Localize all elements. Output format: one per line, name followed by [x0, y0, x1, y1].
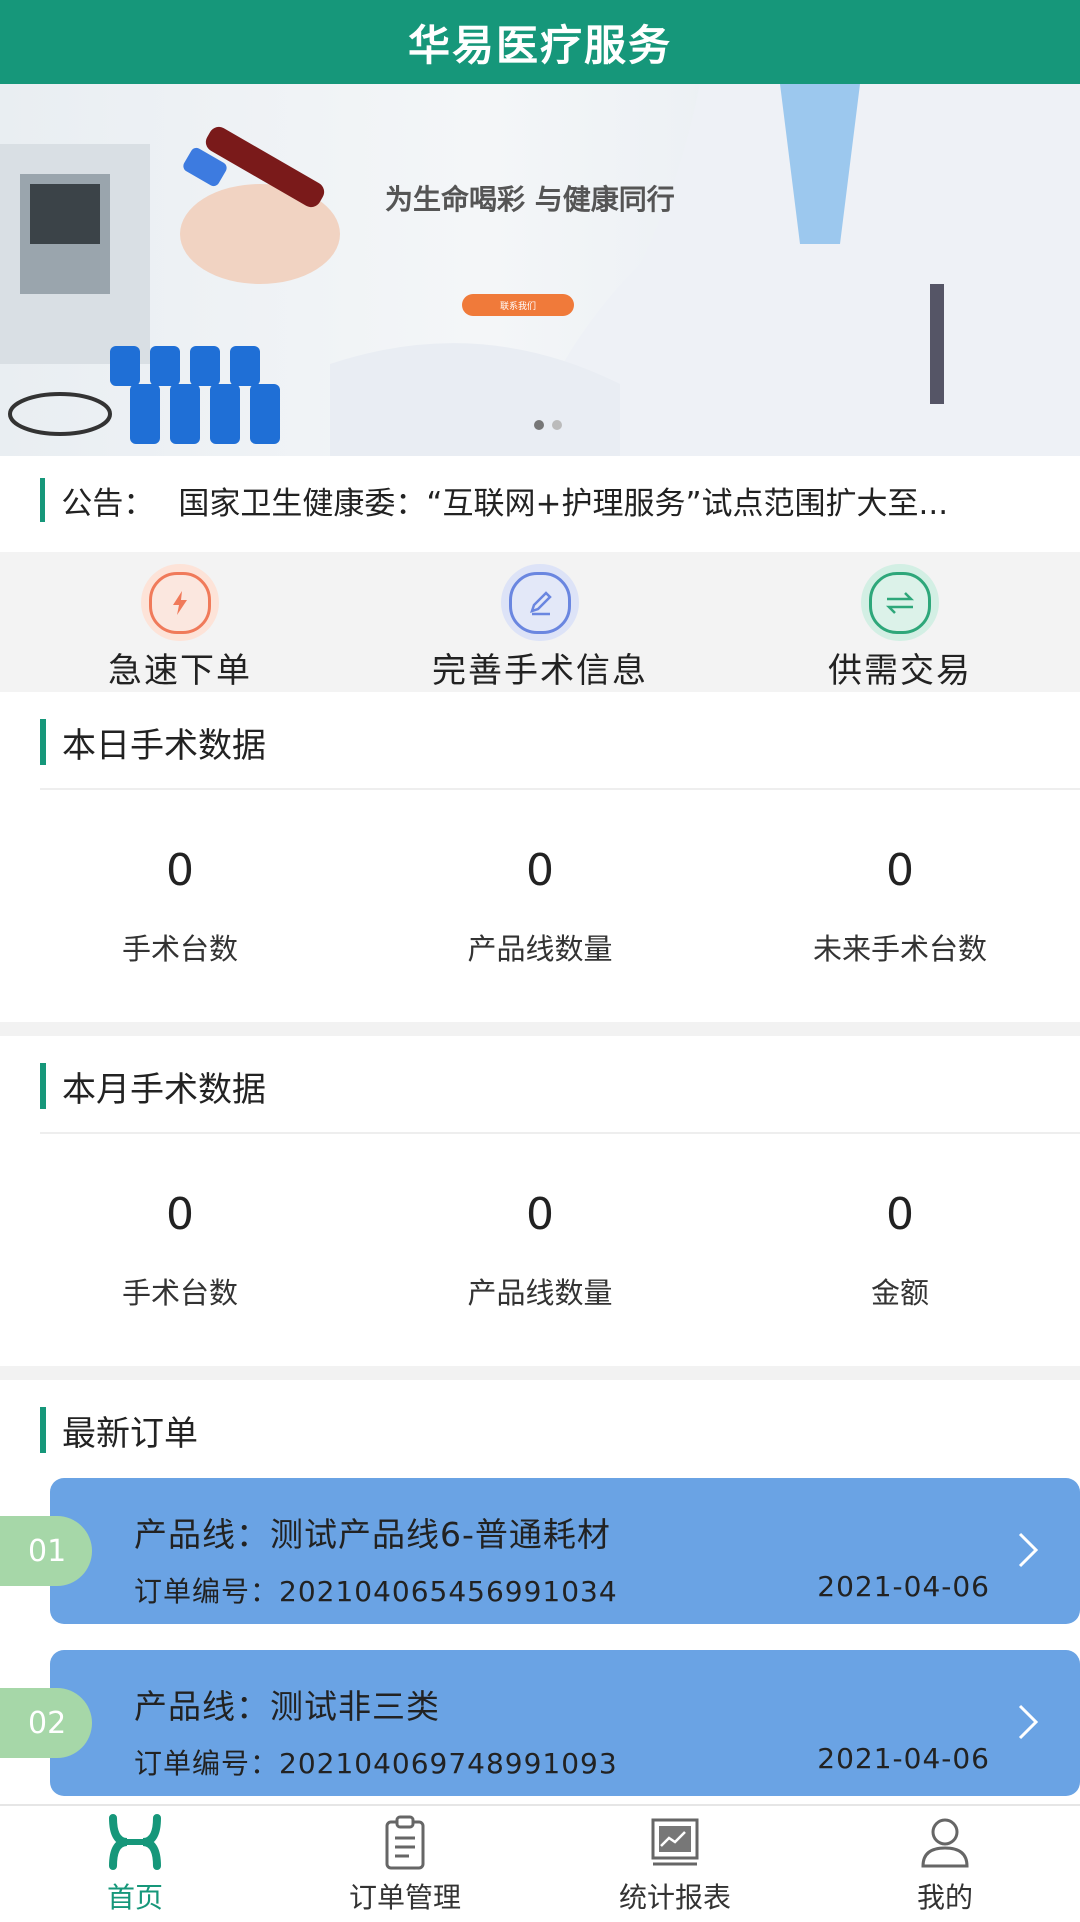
section-accent-bar	[40, 719, 46, 765]
banner-image	[0, 84, 1080, 456]
stat-surgery-count: 0 手术台数	[0, 1174, 360, 1344]
stat-product-line-count: 0 产品线数量	[360, 830, 720, 1000]
banner-headline: 为生命喝彩 与健康同行	[385, 183, 675, 216]
order-number: 订单编号：202104065456991034	[134, 1575, 618, 1608]
tab-profile[interactable]: 我的	[810, 1806, 1080, 1922]
app-title-bar: 华易医疗服务	[0, 0, 1080, 84]
tab-orders[interactable]: 订单管理	[270, 1806, 540, 1922]
tab-home[interactable]: 首页	[0, 1806, 270, 1922]
stat-value: 0	[526, 844, 554, 896]
stat-surgery-count: 0 手术台数	[0, 830, 360, 1000]
order-number: 订单编号：202104069748991093	[134, 1747, 618, 1780]
stat-label: 金额	[870, 1276, 929, 1310]
stat-product-line-count: 0 产品线数量	[360, 1174, 720, 1344]
home-icon	[109, 1814, 161, 1870]
section-accent-bar	[40, 1063, 46, 1109]
month-stats: 0 手术台数 0 产品线数量 0 金额	[0, 1174, 1080, 1344]
carousel-dot-1[interactable]	[534, 420, 544, 430]
notice-bar[interactable]: 公告： 国家卫生健康委：“互联网+护理服务”试点范围扩大至...	[0, 456, 1080, 544]
month-title: 本月手术数据	[62, 1069, 266, 1110]
action-icon-wrap	[501, 564, 579, 641]
stat-future-surgery-count: 0 未来手术台数	[720, 830, 1080, 1000]
lightning-icon	[149, 571, 211, 634]
clipboard-icon	[385, 1815, 425, 1870]
notice-label: 公告：	[61, 485, 155, 522]
stat-amount: 0 金额	[720, 1174, 1080, 1344]
section-accent-bar	[40, 1407, 46, 1453]
banner-carousel[interactable]: 为生命喝彩 与健康同行 联系我们	[0, 84, 1080, 456]
orders-title: 最新订单	[62, 1413, 198, 1454]
stat-label: 未来手术台数	[812, 932, 987, 966]
app-title: 华易医疗服务	[407, 20, 672, 70]
pencil-icon	[509, 571, 571, 634]
stat-label: 手术台数	[121, 932, 238, 966]
action-quick-order[interactable]: 急速下单	[0, 552, 360, 692]
order-card-2[interactable]: 产品线：测试非三类 订单编号：202104069748991093 2021-0…	[50, 1650, 1080, 1796]
action-label: 急速下单	[108, 651, 252, 691]
today-stats: 0 手术台数 0 产品线数量 0 未来手术台数	[0, 830, 1080, 1000]
action-icon-wrap	[141, 564, 219, 641]
user-icon	[921, 1818, 969, 1868]
stat-value: 0	[166, 1188, 194, 1240]
today-title: 本日手术数据	[62, 725, 266, 766]
order-index-badge: 01	[0, 1516, 92, 1586]
stat-value: 0	[166, 844, 194, 896]
section-gap	[0, 1366, 1080, 1380]
quick-actions: 急速下单 完善手术信息 供需交易	[0, 552, 1080, 692]
stat-label: 产品线数量	[467, 1276, 613, 1310]
tab-label: 首页	[106, 1881, 163, 1914]
action-label: 完善手术信息	[432, 651, 648, 691]
action-complete-surgery-info[interactable]: 完善手术信息	[360, 552, 720, 692]
tab-statistics[interactable]: 统计报表	[540, 1806, 810, 1922]
exchange-icon	[869, 571, 931, 634]
chevron-right-icon	[1018, 1704, 1039, 1740]
stat-value: 0	[886, 1188, 914, 1240]
order-product-line: 产品线：测试产品线6-普通耗材	[134, 1515, 611, 1554]
divider	[40, 788, 1080, 790]
today-section-title: 本日手术数据	[0, 712, 1080, 772]
section-gap	[0, 1022, 1080, 1036]
divider	[40, 1132, 1080, 1134]
tab-label: 订单管理	[348, 1881, 461, 1914]
chart-icon	[651, 1818, 699, 1866]
stat-label: 手术台数	[121, 1276, 238, 1310]
action-supply-demand[interactable]: 供需交易	[720, 552, 1080, 692]
action-label: 供需交易	[828, 651, 972, 691]
chevron-right-icon	[1018, 1532, 1039, 1568]
order-date: 2021-04-06	[817, 1570, 990, 1603]
stat-label: 产品线数量	[467, 932, 613, 966]
tab-label: 统计报表	[618, 1881, 731, 1914]
bottom-tab-bar: 首页 订单管理 统计报表 我的	[0, 1804, 1080, 1922]
stat-value: 0	[526, 1188, 554, 1240]
order-index-badge: 02	[0, 1688, 92, 1758]
action-icon-wrap	[861, 564, 939, 641]
orders-section-title: 最新订单	[0, 1400, 1080, 1460]
order-product-line: 产品线：测试非三类	[134, 1687, 440, 1726]
order-date: 2021-04-06	[817, 1742, 990, 1775]
notice-text: 国家卫生健康委：“互联网+护理服务”试点范围扩大至...	[178, 485, 949, 522]
stat-value: 0	[886, 844, 914, 896]
banner-contact-button[interactable]: 联系我们	[462, 294, 574, 316]
notice-accent-bar	[40, 478, 46, 522]
carousel-dot-2[interactable]	[552, 420, 562, 430]
month-section-title: 本月手术数据	[0, 1056, 1080, 1116]
order-card-1[interactable]: 产品线：测试产品线6-普通耗材 订单编号：202104065456991034 …	[50, 1478, 1080, 1624]
tab-label: 我的	[916, 1881, 973, 1914]
